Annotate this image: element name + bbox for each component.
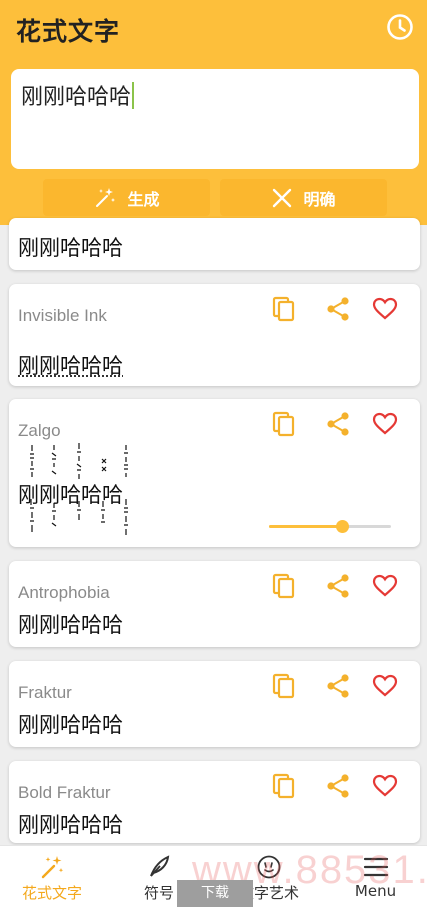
style-card[interactable]: Invisible Ink 刚刚哈哈哈 (9, 284, 420, 386)
close-icon (271, 187, 293, 209)
copy-icon[interactable] (271, 773, 297, 799)
slider-thumb[interactable] (336, 520, 349, 533)
style-card-text: 刚刚哈哈哈 (18, 479, 123, 509)
clear-button[interactable]: 明确 (220, 179, 387, 216)
style-card-name: Antrophobia (18, 583, 110, 603)
style-card[interactable]: Bold Fraktur 刚刚哈哈哈 (9, 761, 420, 843)
feather-icon (146, 854, 172, 880)
history-icon[interactable] (385, 12, 415, 42)
clear-button-label: 明确 (303, 186, 335, 210)
download-tag[interactable]: 下载 (177, 880, 253, 907)
nav-item-fancy-text[interactable]: 花式文字 (0, 846, 104, 907)
heart-icon[interactable] (372, 296, 398, 322)
style-card[interactable]: 刚刚哈哈哈 (9, 218, 420, 270)
app-title: 花式文字 (16, 12, 120, 48)
copy-icon[interactable] (271, 296, 297, 322)
copy-icon[interactable] (271, 673, 297, 699)
text-input-value: 刚刚哈哈哈 (21, 85, 131, 110)
style-card-name: Zalgo (18, 421, 61, 441)
generate-button-label: 生成 (127, 186, 159, 210)
heart-icon[interactable] (372, 773, 398, 799)
heart-icon[interactable] (372, 673, 398, 699)
heart-icon[interactable] (372, 411, 398, 437)
style-card-name: Bold Fraktur (18, 783, 111, 803)
style-card-text: 刚刚哈哈哈 (18, 709, 123, 739)
magic-wand-icon (93, 186, 117, 210)
style-card[interactable]: Antrophobia 刚刚哈哈哈 (9, 561, 420, 647)
style-card-text: 刚刚哈哈哈 (18, 809, 123, 839)
share-icon[interactable] (325, 296, 351, 322)
style-card[interactable]: Fraktur 刚刚哈哈哈 (9, 661, 420, 747)
app-header: 花式文字 刚刚哈哈哈 生成 明确 (0, 0, 427, 225)
magic-wand-icon (39, 854, 65, 880)
copy-icon[interactable] (271, 573, 297, 599)
share-icon[interactable] (325, 773, 351, 799)
generate-button[interactable]: 生成 (43, 179, 210, 216)
style-card-text: 刚刚哈哈哈 (18, 609, 123, 639)
style-card-name: Invisible Ink (18, 306, 107, 326)
copy-icon[interactable] (271, 411, 297, 437)
heart-icon[interactable] (372, 573, 398, 599)
nav-label: 花式文字 (0, 882, 104, 903)
slider-fill (269, 525, 342, 528)
text-caret (132, 82, 134, 109)
style-card-text: 刚刚哈哈哈 (18, 232, 123, 262)
share-icon[interactable] (325, 573, 351, 599)
share-icon[interactable] (325, 411, 351, 437)
text-input[interactable]: 刚刚哈哈哈 (11, 69, 419, 169)
share-icon[interactable] (325, 673, 351, 699)
zalgo-intensity-slider[interactable] (269, 525, 391, 528)
style-card-name: Fraktur (18, 683, 72, 703)
style-card[interactable]: Zalgo 刚刚哈哈哈 (9, 399, 420, 547)
style-card-text: 刚刚哈哈哈 (18, 350, 123, 380)
